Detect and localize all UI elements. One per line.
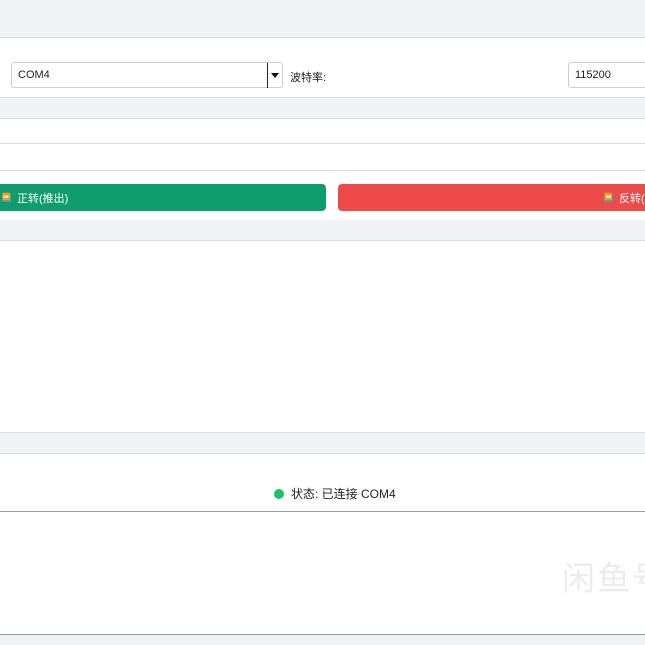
connection-status: 状态: 已连接 COM4 (274, 485, 396, 502)
fast-forward-icon: ⏩ (2, 193, 11, 202)
status-text: 状态: 已连接 COM4 (291, 487, 396, 501)
divider (0, 453, 645, 454)
baud-rate-input[interactable]: 115200 (568, 62, 645, 88)
footer-band (0, 635, 645, 645)
status-indicator-icon (274, 488, 284, 499)
log-area (0, 241, 645, 432)
top-header-band (0, 0, 645, 38)
reverse-button-label: 反转(回 (619, 192, 645, 205)
reverse-button[interactable]: ⏪ 反转(回 (338, 184, 645, 211)
port-select[interactable]: COM4 (11, 62, 283, 88)
section-header-band (0, 98, 645, 118)
output-area (0, 512, 645, 634)
watermark: 闲鱼号 (562, 560, 645, 597)
section-header-band (0, 433, 645, 453)
section-header-band (0, 220, 645, 240)
baud-rate-value: 115200 (575, 69, 611, 81)
chevron-down-icon[interactable] (267, 63, 282, 88)
divider (0, 118, 645, 119)
forward-button-label: 正转(推出) (17, 192, 69, 205)
port-select-value: COM4 (18, 69, 50, 81)
divider (0, 170, 645, 171)
forward-button[interactable]: ⏩ 正转(推出) (0, 184, 326, 211)
baud-rate-label: 波特率: (290, 72, 327, 84)
divider (0, 37, 645, 38)
divider (0, 143, 645, 144)
rewind-icon: ⏪ (604, 193, 613, 202)
